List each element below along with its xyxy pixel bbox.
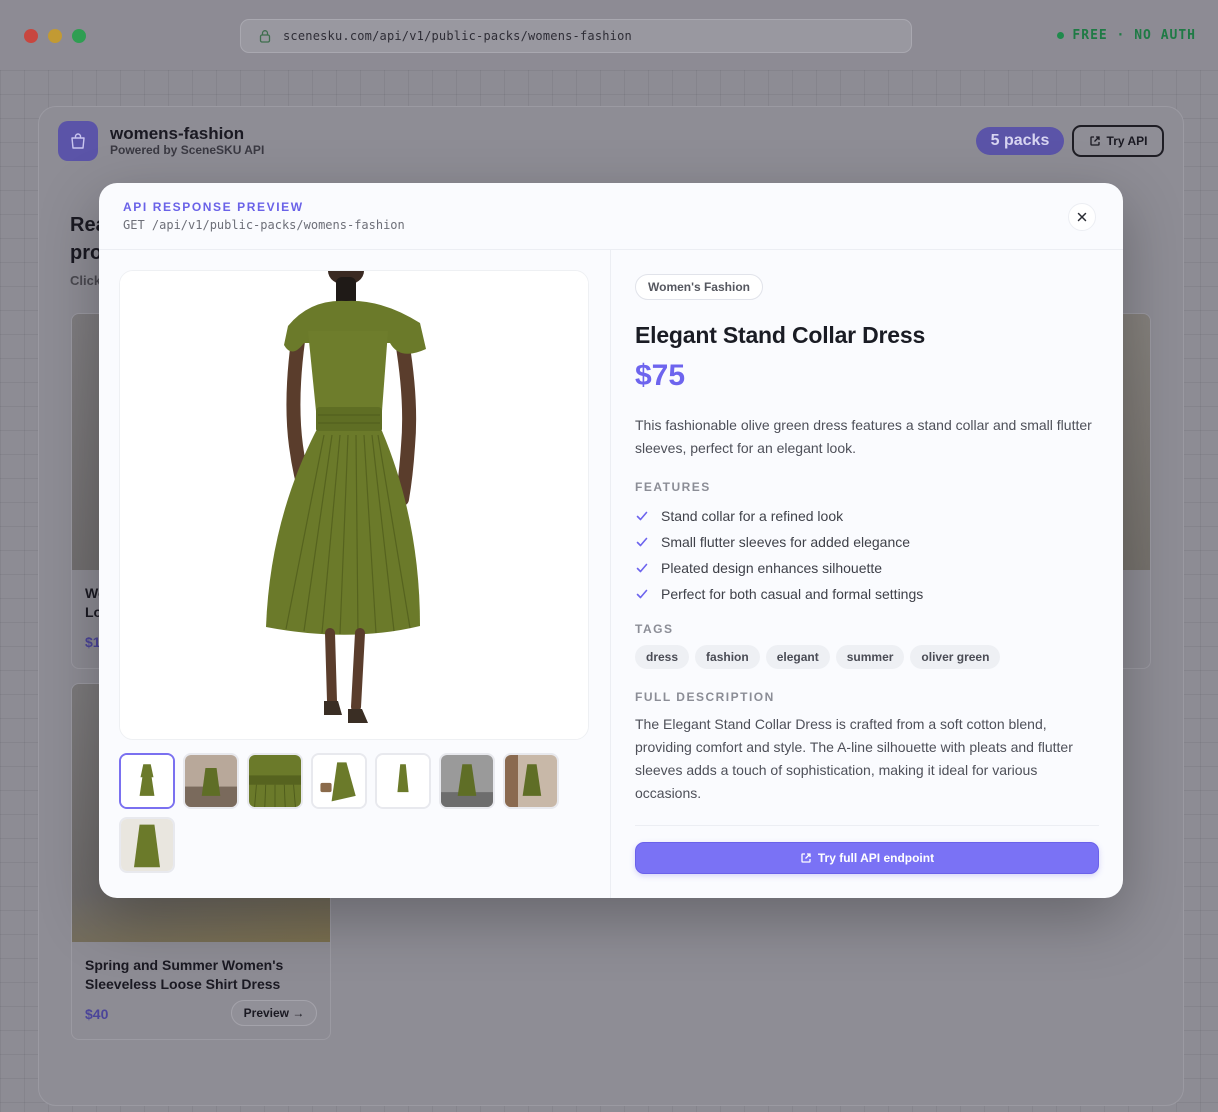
- feature-item: Pleated design enhances silhouette: [635, 555, 1105, 581]
- feature-item: Perfect for both casual and formal setti…: [635, 581, 1105, 607]
- tags-list: dress fashion elegant summer oliver gree…: [635, 645, 1001, 669]
- product-card-title: Spring and Summer Women's Sleeveless Loo…: [85, 957, 284, 992]
- close-window-dot[interactable]: [24, 29, 38, 43]
- thumbnail-8[interactable]: [119, 817, 175, 873]
- thumbnail-2[interactable]: [183, 753, 239, 809]
- pack-title: womens-fashion: [110, 124, 245, 143]
- minimize-window-dot[interactable]: [48, 29, 62, 43]
- preview-button[interactable]: Preview →: [231, 1000, 317, 1026]
- lock-icon: [259, 30, 271, 43]
- full-description-label: FULL DESCRIPTION: [635, 690, 775, 704]
- packs-count-badge: 5 packs: [976, 127, 1064, 155]
- thumbnail-6[interactable]: [439, 753, 495, 809]
- pack-subtitle: Powered by SceneSKU API: [110, 143, 265, 157]
- thumbnail-4[interactable]: [311, 753, 367, 809]
- product-summary: This fashionable olive green dress featu…: [635, 417, 1092, 456]
- close-modal-button[interactable]: [1068, 203, 1096, 231]
- check-icon: [636, 511, 648, 521]
- check-icon: [636, 563, 648, 573]
- thumbnail-1[interactable]: [119, 753, 175, 809]
- check-icon: [636, 537, 648, 547]
- feature-item: Small flutter sleeves for added elegance: [635, 529, 1105, 555]
- shopping-bag-icon: [58, 121, 98, 161]
- column-divider: [610, 250, 611, 898]
- status-dot-icon: [1057, 32, 1065, 39]
- product-card-price: $40: [85, 1006, 109, 1022]
- try-api-label: Try API: [1106, 134, 1148, 148]
- thumbnail-3[interactable]: [247, 753, 303, 809]
- address-bar[interactable]: scenesku.com/api/v1/public-packs/womens-…: [240, 19, 912, 53]
- thumbnail-7[interactable]: [503, 753, 559, 809]
- tag-chip[interactable]: fashion: [695, 645, 760, 669]
- thumbnail-5[interactable]: [375, 753, 431, 809]
- maximize-window-dot[interactable]: [72, 29, 86, 43]
- modal-endpoint: GET /api/v1/public-packs/womens-fashion: [123, 218, 405, 232]
- check-icon: [636, 589, 648, 599]
- page-hint: Click: [70, 273, 102, 288]
- tag-chip[interactable]: oliver green: [910, 645, 1001, 669]
- modal-eyebrow: API RESPONSE PREVIEW: [123, 200, 304, 214]
- product-price: $75: [635, 359, 686, 392]
- try-api-button[interactable]: Try API: [1072, 125, 1164, 157]
- product-title: Elegant Stand Collar Dress: [635, 322, 926, 348]
- category-chip: Women's Fashion: [635, 274, 763, 300]
- url-text: scenesku.com/api/v1/public-packs/womens-…: [283, 29, 632, 43]
- external-link-icon: [1089, 136, 1100, 146]
- cta-label: Try full API endpoint: [817, 851, 935, 865]
- features-list: Stand collar for a refined look Small fl…: [635, 503, 1105, 607]
- auth-status-label: FREE · NO AUTH: [1072, 28, 1196, 43]
- tag-chip[interactable]: elegant: [765, 645, 830, 669]
- close-icon: [1077, 212, 1087, 222]
- tag-chip[interactable]: dress: [635, 645, 690, 669]
- full-description: The Elegant Stand Collar Dress is crafte…: [635, 716, 1073, 801]
- dress-illustration: [120, 271, 588, 739]
- api-preview-modal: API RESPONSE PREVIEW GET /api/v1/public-…: [99, 183, 1123, 898]
- page-heading-line2: pro: [70, 242, 103, 264]
- footer-divider: [635, 825, 1099, 826]
- external-link-icon: [801, 853, 811, 863]
- browser-chrome: scenesku.com/api/v1/public-packs/womens-…: [0, 0, 1218, 70]
- features-label: FEATURES: [635, 480, 711, 494]
- auth-status: FREE · NO AUTH: [1057, 28, 1196, 43]
- product-main-image: [119, 270, 589, 740]
- tag-chip[interactable]: summer: [835, 645, 905, 669]
- feature-item: Stand collar for a refined look: [635, 503, 1105, 529]
- tags-label: TAGS: [635, 622, 674, 636]
- try-full-api-button[interactable]: Try full API endpoint: [635, 842, 1099, 874]
- modal-header: API RESPONSE PREVIEW GET /api/v1/public-…: [99, 183, 1123, 250]
